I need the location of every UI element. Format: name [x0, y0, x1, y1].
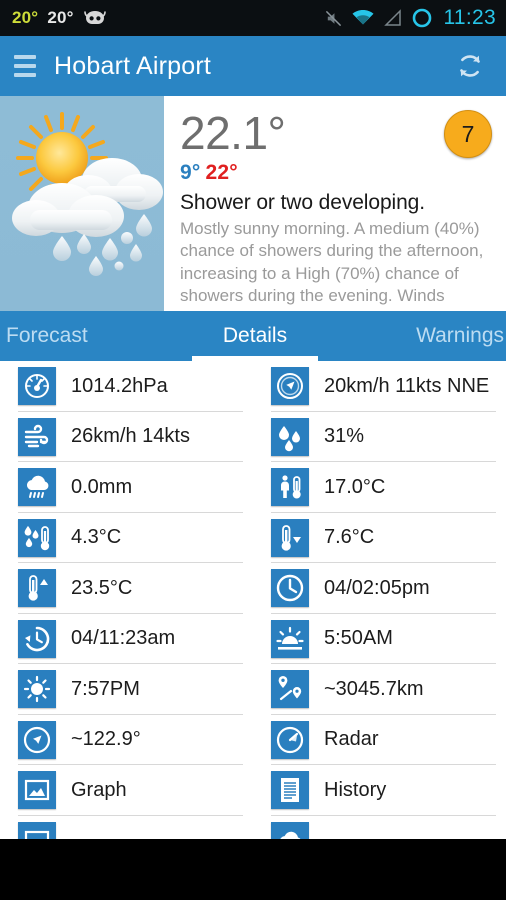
history-clock-icon — [18, 619, 56, 658]
detail-cell-distance[interactable]: ~3045.7km — [253, 664, 506, 715]
detail-cell-temp-max[interactable]: 23.5°C — [0, 563, 253, 614]
details-grid: 1014.2hPa 20km/h 11kts NNE 26km/h 14kts … — [0, 361, 506, 839]
barometer-icon — [18, 367, 56, 406]
tab-forecast[interactable]: Forecast — [0, 311, 172, 361]
detail-cell-dew-point[interactable]: 4.3°C — [0, 513, 253, 564]
tab-forecast-label: Forecast — [6, 324, 88, 347]
hamburger-menu-icon[interactable] — [8, 51, 42, 81]
forecast-summary: Shower or two developing. — [180, 190, 425, 214]
detail-value: 17.0°C — [324, 475, 386, 498]
status-badge[interactable]: 7 — [444, 110, 492, 158]
conditions-text: 22.1° 9° 22° Shower or two developing. Mo… — [164, 96, 506, 311]
humidity-icon — [271, 417, 309, 456]
wifi-icon — [351, 9, 375, 27]
sun-behind-rain-cloud-icon — [0, 96, 164, 311]
apparent-temp-icon — [271, 468, 309, 507]
detail-value: 04/02:05pm — [324, 576, 430, 599]
graph-icon — [18, 821, 56, 839]
temp-min: 9° — [180, 160, 201, 184]
detail-cell-graph[interactable]: Graph — [0, 765, 253, 816]
status-bar-left: 20° 20° — [12, 8, 107, 28]
app-window: 20° 20° 11:23 Hobart Airport 22.1° 9° 22… — [0, 0, 506, 900]
detail-value: 1014.2hPa — [71, 374, 168, 397]
refresh-icon[interactable] — [450, 46, 490, 86]
mute-icon — [324, 9, 343, 28]
graph-icon — [18, 771, 56, 810]
detail-cell-observation-time[interactable]: 04/02:05pm — [253, 563, 506, 614]
detail-value: Radar — [324, 728, 379, 751]
detail-cell-bearing[interactable]: ~122.9° — [0, 715, 253, 766]
clock-icon — [271, 569, 309, 608]
document-icon — [271, 771, 309, 810]
dew-point-icon — [18, 518, 56, 557]
detail-value: 20km/h 11kts NNE — [324, 374, 490, 397]
detail-value: 26km/h 14kts — [71, 425, 190, 448]
temp-max-icon — [18, 569, 56, 608]
detail-cell-partial-right[interactable] — [253, 816, 506, 839]
tab-bar: Forecast Details Warnings — [0, 311, 506, 361]
tab-details-label: Details — [222, 324, 288, 347]
cloud-icon — [271, 821, 309, 839]
current-conditions-panel: 22.1° 9° 22° Shower or two developing. Mo… — [0, 96, 506, 311]
detail-cell-update-time[interactable]: 04/11:23am — [0, 614, 253, 665]
detail-value: History — [324, 778, 387, 801]
temp-max: 22° — [205, 160, 238, 184]
circle-icon — [411, 7, 433, 29]
status-bar: 20° 20° 11:23 — [0, 0, 506, 36]
tab-warnings[interactable]: Warnings — [338, 311, 506, 361]
detail-value: 5:50AM — [324, 627, 393, 650]
signal-icon — [383, 9, 403, 27]
radar-icon — [271, 720, 309, 759]
sunset-icon — [18, 670, 56, 709]
detail-value: 0.0mm — [71, 475, 133, 498]
detail-cell-history[interactable]: History — [253, 765, 506, 816]
sunrise-icon — [271, 619, 309, 658]
detail-value: ~122.9° — [71, 728, 141, 751]
detail-value: Graph — [71, 778, 127, 801]
detail-value: 7.6°C — [324, 526, 375, 549]
temp-min-icon — [271, 518, 309, 557]
detail-cell-partial-left[interactable] — [0, 816, 253, 839]
detail-value: 4.3°C — [71, 526, 122, 549]
detail-cell-wind-direction[interactable]: 20km/h 11kts NNE — [253, 361, 506, 412]
status-clock: 11:23 — [443, 6, 496, 29]
detail-cell-temp-min[interactable]: 7.6°C — [253, 513, 506, 564]
detail-value: 04/11:23am — [71, 627, 176, 650]
distance-pin-icon — [271, 670, 309, 709]
temp-range: 9° 22° — [180, 161, 492, 185]
detail-cell-humidity[interactable]: 31% — [253, 412, 506, 463]
detail-cell-apparent-temp[interactable]: 17.0°C — [253, 462, 506, 513]
detail-value: 7:57PM — [71, 677, 140, 700]
detail-cell-sunset[interactable]: 7:57PM — [0, 664, 253, 715]
page-title: Hobart Airport — [54, 51, 212, 80]
status-temp-primary: 20° — [12, 8, 39, 27]
wind-speed-icon — [18, 417, 56, 456]
rainfall-icon — [18, 468, 56, 507]
screen-bottom-padding — [0, 839, 506, 900]
app-bar: Hobart Airport — [0, 36, 506, 96]
detail-cell-radar[interactable]: Radar — [253, 715, 506, 766]
status-temp-secondary: 20° — [47, 8, 74, 27]
tab-details[interactable]: Details — [172, 311, 338, 361]
detail-cell-pressure[interactable]: 1014.2hPa — [0, 361, 253, 412]
detail-cell-wind-speed[interactable]: 26km/h 14kts — [0, 412, 253, 463]
detail-value: ~3045.7km — [324, 677, 424, 700]
compass-icon — [18, 720, 56, 759]
detail-value: 31% — [324, 425, 365, 448]
detail-value: 23.5°C — [71, 576, 133, 599]
cyanogenmod-icon — [83, 9, 107, 27]
status-bar-right: 11:23 — [324, 6, 497, 30]
detail-cell-rainfall[interactable]: 0.0mm — [0, 462, 253, 513]
tab-warnings-label: Warnings — [416, 324, 504, 347]
detail-cell-sunrise[interactable]: 5:50AM — [253, 614, 506, 665]
forecast-detail: Mostly sunny morning. A medium (40%) cha… — [180, 218, 484, 306]
wind-direction-icon — [271, 367, 309, 406]
